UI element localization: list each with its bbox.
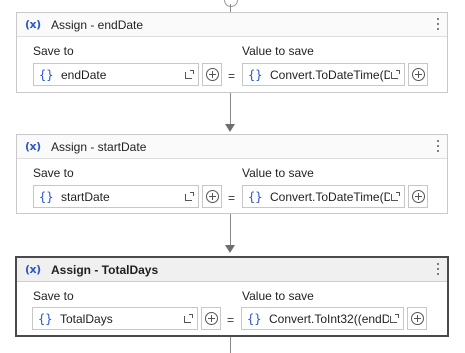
plus-circle-icon bbox=[411, 190, 425, 203]
add-expression-button[interactable] bbox=[408, 185, 428, 208]
connector-arrow-2 bbox=[225, 245, 235, 253]
expand-icon[interactable] bbox=[389, 313, 399, 324]
save-to-field[interactable]: {} startDate bbox=[33, 185, 199, 208]
plus-circle-icon bbox=[205, 190, 219, 203]
value-to-save-value: Convert.ToDateTime(D bbox=[270, 67, 390, 82]
save-to-value: startDate bbox=[61, 189, 110, 204]
variable-icon: (x) bbox=[25, 18, 41, 31]
save-to-label: Save to bbox=[33, 44, 74, 58]
value-to-save-label: Value to save bbox=[242, 44, 314, 58]
workflow-start-handle[interactable] bbox=[224, 0, 238, 7]
activity-title: Assign - endDate bbox=[51, 17, 144, 32]
expression-brace-icon: {} bbox=[248, 189, 263, 204]
value-to-save-value: Convert.ToDateTime(D bbox=[270, 189, 390, 204]
expression-brace-icon: {} bbox=[39, 189, 54, 204]
assign-activity-enddate[interactable]: (x) Assign - endDate Save to Value to sa… bbox=[16, 12, 448, 93]
add-variable-button[interactable] bbox=[202, 63, 222, 86]
save-to-value: TotalDays bbox=[60, 311, 113, 326]
value-to-save-label: Value to save bbox=[242, 289, 314, 303]
add-expression-button[interactable] bbox=[407, 307, 427, 330]
add-variable-button[interactable] bbox=[202, 185, 222, 208]
save-to-value: endDate bbox=[61, 67, 107, 82]
kebab-menu-icon[interactable] bbox=[433, 261, 443, 277]
activity-header[interactable]: (x) Assign - TotalDays bbox=[17, 258, 447, 282]
add-expression-button[interactable] bbox=[408, 63, 428, 86]
value-to-save-field[interactable]: {} Convert.ToDateTime(D bbox=[242, 63, 405, 86]
assign-activity-startdate[interactable]: (x) Assign - startDate Save to Value to … bbox=[16, 134, 448, 214]
activity-header[interactable]: (x) Assign - startDate bbox=[17, 135, 447, 159]
plus-circle-icon bbox=[205, 68, 219, 81]
variable-icon: (x) bbox=[25, 140, 41, 153]
save-to-label: Save to bbox=[33, 289, 74, 303]
expression-brace-icon: {} bbox=[248, 67, 263, 82]
activity-title: Assign - TotalDays bbox=[51, 262, 159, 277]
connector-line-top bbox=[230, 4, 231, 12]
value-to-save-value: Convert.ToInt32((endD bbox=[269, 311, 389, 326]
expression-brace-icon: {} bbox=[39, 67, 54, 82]
value-to-save-field[interactable]: {} Convert.ToDateTime(D bbox=[242, 185, 405, 208]
kebab-menu-icon[interactable] bbox=[433, 138, 443, 154]
expression-brace-icon: {} bbox=[38, 311, 53, 326]
expression-brace-icon: {} bbox=[247, 311, 262, 326]
plus-circle-icon bbox=[410, 312, 424, 325]
equals-sign: = bbox=[228, 191, 236, 205]
save-to-label: Save to bbox=[33, 166, 74, 180]
connector-line-2 bbox=[230, 214, 231, 245]
activity-header[interactable]: (x) Assign - endDate bbox=[17, 13, 447, 37]
save-to-field[interactable]: {} TotalDays bbox=[32, 307, 198, 330]
plus-circle-icon bbox=[411, 68, 425, 81]
connector-line-1 bbox=[230, 93, 231, 124]
equals-sign: = bbox=[228, 69, 236, 83]
value-to-save-field[interactable]: {} Convert.ToInt32((endD bbox=[241, 307, 404, 330]
save-to-field[interactable]: {} endDate bbox=[33, 63, 199, 86]
expand-icon[interactable] bbox=[184, 191, 194, 202]
variable-icon: (x) bbox=[25, 263, 41, 276]
expand-icon[interactable] bbox=[390, 191, 400, 202]
expand-icon[interactable] bbox=[390, 69, 400, 80]
equals-sign: = bbox=[227, 313, 235, 327]
expand-icon[interactable] bbox=[183, 313, 193, 324]
activity-title: Assign - startDate bbox=[51, 139, 147, 154]
connector-arrow-1 bbox=[225, 124, 235, 132]
connector-line-bottom bbox=[230, 337, 231, 353]
add-variable-button[interactable] bbox=[201, 307, 221, 330]
value-to-save-label: Value to save bbox=[242, 166, 314, 180]
expand-icon[interactable] bbox=[184, 69, 194, 80]
plus-circle-icon bbox=[204, 312, 218, 325]
kebab-menu-icon[interactable] bbox=[433, 16, 443, 32]
assign-activity-totaldays[interactable]: (x) Assign - TotalDays Save to Value to … bbox=[15, 256, 449, 337]
